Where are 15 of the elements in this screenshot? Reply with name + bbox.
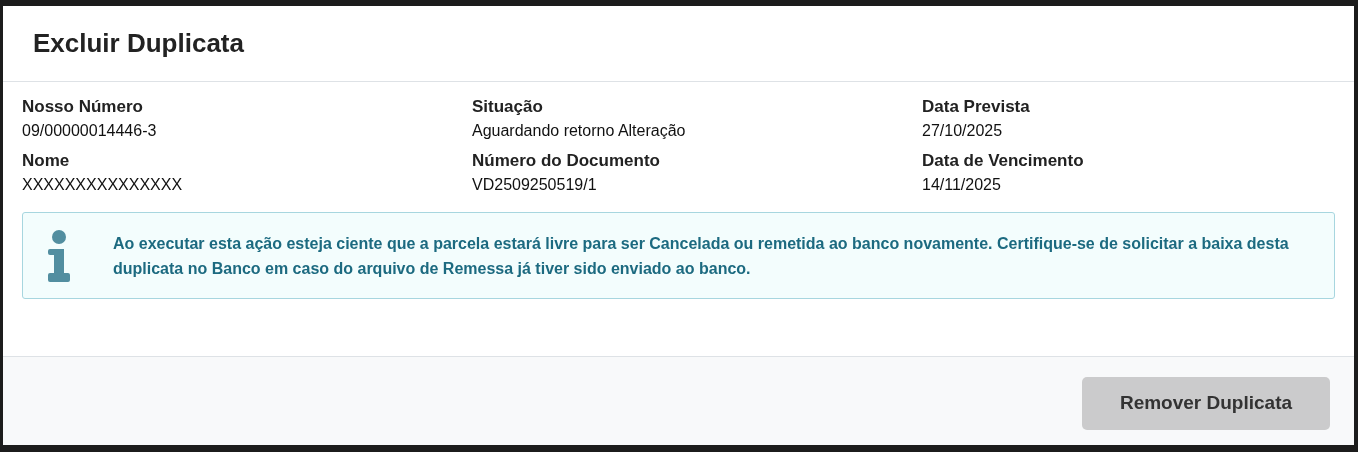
field-value: 09/00000014446-3: [22, 121, 158, 141]
field-value: VD2509250519/1: [472, 175, 598, 195]
field-value: 14/11/2025: [922, 175, 1002, 195]
alert-message: Ao executar esta ação esteja ciente que a parcela estará livre para ser Cancelada ou remetida ao banco novamente. Certifique-se de solicitar a baixa desta duplicata no Banco em caso do arquivo de Remessa já tiver sido enviado ao banco.: [113, 233, 1290, 279]
field-label: Data de Vencimento: [922, 150, 1085, 172]
field-label: Número do Documento: [472, 150, 661, 172]
dialog-title: Excluir Duplicata: [33, 28, 244, 59]
field-value: XXXXXXXXXXXXXXX: [22, 175, 184, 195]
field-value: 27/10/2025: [922, 121, 1004, 141]
field-label: Situação: [472, 96, 544, 118]
field-label: Nome: [22, 150, 71, 172]
field-value: Aguardando retorno Alteração: [472, 121, 687, 141]
info-icon: [48, 229, 70, 282]
field-label: Nosso Número: [22, 96, 144, 118]
field-label: Data Prevista: [922, 96, 1031, 118]
